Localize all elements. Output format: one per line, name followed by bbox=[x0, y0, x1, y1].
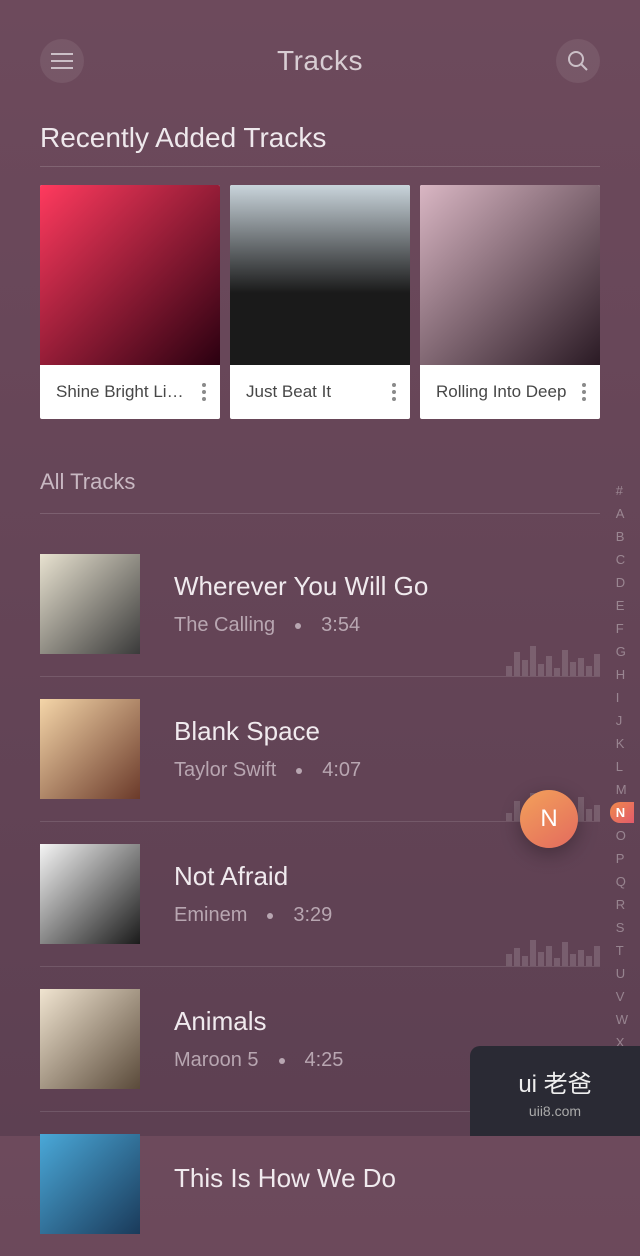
recent-card[interactable]: Rolling Into Deep bbox=[420, 185, 600, 419]
alpha-index-letter[interactable]: O bbox=[610, 825, 634, 846]
album-art bbox=[230, 185, 410, 365]
alpha-index-letter[interactable]: D bbox=[610, 572, 634, 593]
alpha-index-letter[interactable]: V bbox=[610, 986, 634, 1007]
recent-card-title: Just Beat It bbox=[246, 382, 331, 402]
menu-button[interactable] bbox=[40, 39, 84, 83]
recent-card-title: Shine Bright Like... bbox=[56, 382, 191, 402]
page-title: Tracks bbox=[277, 45, 363, 77]
equalizer-icon bbox=[506, 646, 600, 676]
album-art bbox=[420, 185, 600, 365]
track-duration: 3:54 bbox=[321, 614, 360, 637]
alpha-index-letter[interactable]: E bbox=[610, 595, 634, 616]
alpha-index-letter[interactable]: U bbox=[610, 963, 634, 984]
alpha-index-letter[interactable]: W bbox=[610, 1009, 634, 1030]
alpha-index-letter[interactable]: G bbox=[610, 641, 634, 662]
alpha-index-letter[interactable]: M bbox=[610, 779, 634, 800]
equalizer-icon bbox=[506, 940, 600, 966]
more-button[interactable] bbox=[578, 379, 590, 405]
track-title: Wherever You Will Go bbox=[174, 571, 600, 602]
search-button[interactable] bbox=[556, 39, 600, 83]
meta-separator-icon bbox=[295, 623, 301, 629]
track-row[interactable]: Wherever You Will Go The Calling 3:54 bbox=[40, 532, 600, 677]
track-thumbnail bbox=[40, 989, 140, 1089]
alpha-index-letter[interactable]: F bbox=[610, 618, 634, 639]
alpha-index-letter[interactable]: I bbox=[610, 687, 634, 708]
recent-card[interactable]: Just Beat It bbox=[230, 185, 410, 419]
track-artist: The Calling bbox=[174, 614, 275, 637]
track-artist: Maroon 5 bbox=[174, 1049, 259, 1072]
alpha-index-letter[interactable]: J bbox=[610, 710, 634, 731]
recently-added-heading: Recently Added Tracks bbox=[40, 122, 600, 154]
track-duration: 4:25 bbox=[305, 1049, 344, 1072]
recently-added-row: Shine Bright Like... Just Beat It Rollin… bbox=[40, 185, 600, 419]
more-button[interactable] bbox=[388, 379, 400, 405]
track-duration: 4:07 bbox=[322, 759, 361, 782]
alpha-index-letter[interactable]: P bbox=[610, 848, 634, 869]
alpha-index-letter[interactable]: R bbox=[610, 894, 634, 915]
index-letter-fab[interactable]: N bbox=[520, 790, 578, 848]
track-title: Not Afraid bbox=[174, 861, 600, 892]
track-meta: Taylor Swift 4:07 bbox=[174, 759, 600, 782]
track-row[interactable]: Not Afraid Eminem 3:29 bbox=[40, 822, 600, 967]
track-meta: The Calling 3:54 bbox=[174, 614, 600, 637]
track-title: This Is How We Do bbox=[174, 1163, 600, 1194]
search-icon bbox=[567, 50, 589, 72]
recent-card-title: Rolling Into Deep bbox=[436, 382, 566, 402]
more-button[interactable] bbox=[198, 379, 210, 405]
track-meta: Eminem 3:29 bbox=[174, 904, 600, 927]
meta-separator-icon bbox=[267, 913, 273, 919]
track-duration: 3:29 bbox=[293, 904, 332, 927]
hamburger-icon bbox=[51, 53, 73, 69]
watermark-title: ui 老爸 bbox=[518, 1064, 591, 1099]
track-artist: Taylor Swift bbox=[174, 759, 276, 782]
alpha-index-letter[interactable]: A bbox=[610, 503, 634, 524]
track-artist: Eminem bbox=[174, 904, 247, 927]
alpha-index-letter[interactable]: K bbox=[610, 733, 634, 754]
track-thumbnail bbox=[40, 554, 140, 654]
alpha-index[interactable]: #ABCDEFGHIJKLMNOPQRSTUVWXY bbox=[610, 480, 634, 1076]
alpha-index-letter[interactable]: N bbox=[610, 802, 634, 823]
alpha-index-letter[interactable]: L bbox=[610, 756, 634, 777]
alpha-index-letter[interactable]: T bbox=[610, 940, 634, 961]
track-title: Blank Space bbox=[174, 716, 600, 747]
all-tracks-heading: All Tracks bbox=[40, 469, 600, 495]
watermark-url: uii8.com bbox=[529, 1103, 581, 1119]
track-title: Animals bbox=[174, 1006, 600, 1037]
track-thumbnail bbox=[40, 699, 140, 799]
alpha-index-letter[interactable]: # bbox=[610, 480, 634, 501]
alpha-index-letter[interactable]: H bbox=[610, 664, 634, 685]
alpha-index-letter[interactable]: B bbox=[610, 526, 634, 547]
alpha-index-letter[interactable]: C bbox=[610, 549, 634, 570]
divider bbox=[40, 513, 600, 514]
meta-separator-icon bbox=[279, 1058, 285, 1064]
meta-separator-icon bbox=[296, 768, 302, 774]
alpha-index-letter[interactable]: S bbox=[610, 917, 634, 938]
watermark: ui 老爸 uii8.com bbox=[470, 1046, 640, 1136]
recent-card[interactable]: Shine Bright Like... bbox=[40, 185, 220, 419]
divider bbox=[40, 166, 600, 167]
track-thumbnail bbox=[40, 844, 140, 944]
album-art bbox=[40, 185, 220, 365]
alpha-index-letter[interactable]: Q bbox=[610, 871, 634, 892]
track-row[interactable]: Blank Space Taylor Swift 4:07 bbox=[40, 677, 600, 822]
track-thumbnail bbox=[40, 1134, 140, 1234]
